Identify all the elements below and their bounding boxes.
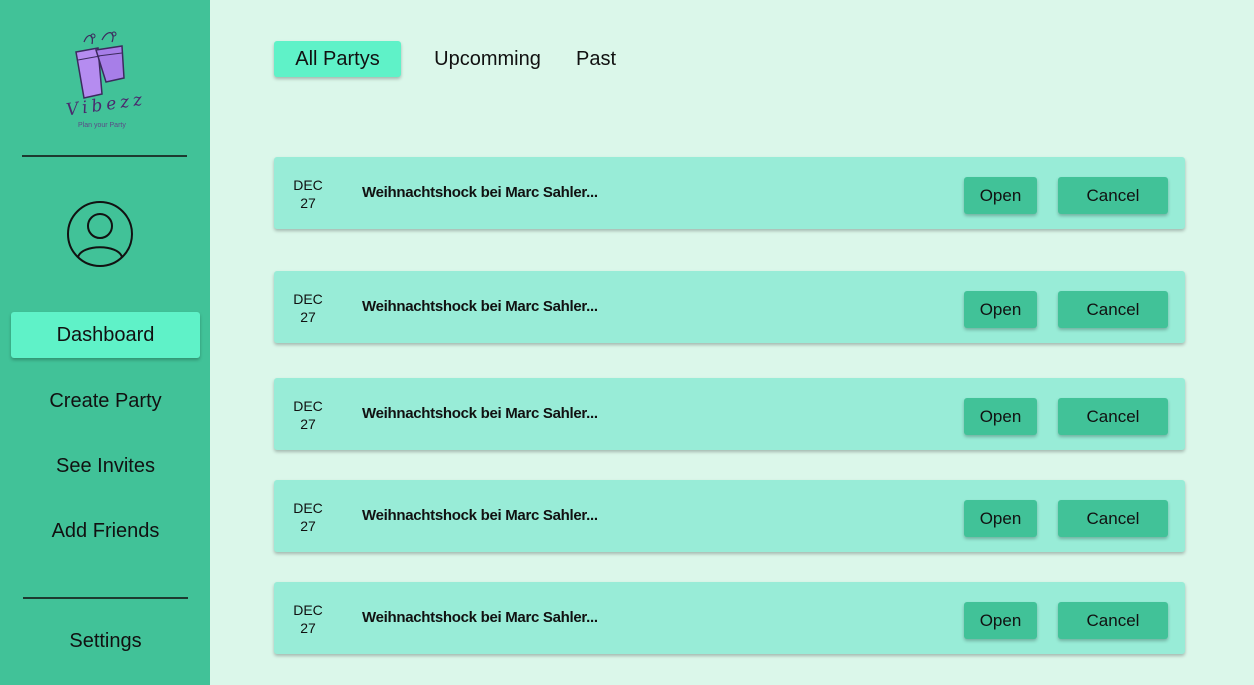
tab-past[interactable]: Past	[570, 41, 622, 77]
divider	[22, 155, 187, 157]
nav-dashboard[interactable]: Dashboard	[11, 312, 200, 358]
party-month: DEC	[293, 398, 323, 414]
party-month: DEC	[293, 177, 323, 193]
party-card: DEC 27 Weihnachtshock bei Marc Sahler...…	[274, 480, 1185, 552]
party-date: DEC 27	[291, 499, 325, 535]
party-day: 27	[300, 309, 316, 325]
party-title: Weihnachtshock bei Marc Sahler...	[362, 184, 598, 201]
nav-create-party[interactable]: Create Party	[11, 378, 200, 424]
party-card: DEC 27 Weihnachtshock bei Marc Sahler...…	[274, 582, 1185, 654]
cancel-button[interactable]: Cancel	[1058, 398, 1168, 435]
party-day: 27	[300, 518, 316, 534]
party-date: DEC 27	[291, 176, 325, 212]
party-month: DEC	[293, 602, 323, 618]
party-month: DEC	[293, 500, 323, 516]
open-button[interactable]: Open	[964, 291, 1037, 328]
cancel-button[interactable]: Cancel	[1058, 177, 1168, 214]
cancel-button[interactable]: Cancel	[1058, 602, 1168, 639]
party-day: 27	[300, 620, 316, 636]
divider	[23, 597, 188, 599]
nav-add-friends[interactable]: Add Friends	[11, 508, 200, 554]
party-date: DEC 27	[291, 290, 325, 326]
party-date: DEC 27	[291, 397, 325, 433]
sidebar: Vibezz Plan your Party Dashboard Create …	[0, 0, 210, 685]
open-button[interactable]: Open	[964, 398, 1037, 435]
tab-all-partys[interactable]: All Partys	[274, 41, 401, 77]
user-avatar-icon[interactable]	[66, 200, 134, 268]
party-month: DEC	[293, 291, 323, 307]
nav-settings[interactable]: Settings	[11, 618, 200, 664]
open-button[interactable]: Open	[964, 602, 1037, 639]
open-button[interactable]: Open	[964, 177, 1037, 214]
party-day: 27	[300, 416, 316, 432]
tab-upcomming[interactable]: Upcomming	[425, 41, 550, 77]
party-title: Weihnachtshock bei Marc Sahler...	[362, 405, 598, 422]
party-date: DEC 27	[291, 601, 325, 637]
brand-tagline: Plan your Party	[78, 122, 126, 129]
party-card: DEC 27 Weihnachtshock bei Marc Sahler...…	[274, 157, 1185, 229]
party-title: Weihnachtshock bei Marc Sahler...	[362, 609, 598, 626]
cancel-button[interactable]: Cancel	[1058, 500, 1168, 537]
open-button[interactable]: Open	[964, 500, 1037, 537]
party-card: DEC 27 Weihnachtshock bei Marc Sahler...…	[274, 271, 1185, 343]
cancel-button[interactable]: Cancel	[1058, 291, 1168, 328]
party-title: Weihnachtshock bei Marc Sahler...	[362, 507, 598, 524]
party-day: 27	[300, 195, 316, 211]
party-card: DEC 27 Weihnachtshock bei Marc Sahler...…	[274, 378, 1185, 450]
nav-see-invites[interactable]: See Invites	[11, 443, 200, 489]
party-title: Weihnachtshock bei Marc Sahler...	[362, 298, 598, 315]
